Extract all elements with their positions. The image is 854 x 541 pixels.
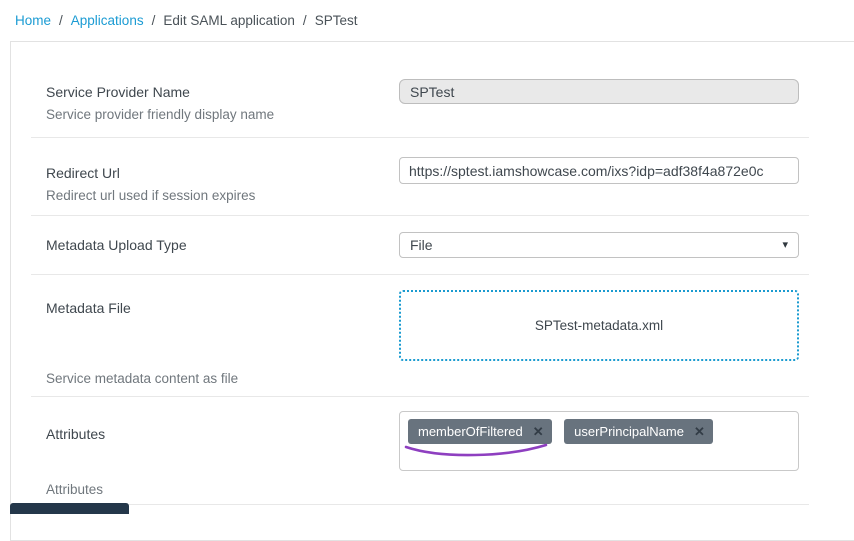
annotation-underline [402, 442, 552, 460]
attribute-tag-label: memberOfFiltered [418, 424, 523, 439]
remove-tag-icon[interactable]: ✕ [694, 425, 705, 438]
edit-saml-application-form-card: Service Provider Name Service provider f… [10, 41, 854, 541]
attributes-tagbox[interactable]: memberOfFiltered ✕ userPrincipalName ✕ [399, 411, 799, 471]
metadata-upload-type-select[interactable]: File ▾ [399, 232, 799, 258]
metadata-filename: SPTest-metadata.xml [535, 318, 663, 333]
attribute-tag-label: userPrincipalName [574, 424, 684, 439]
breadcrumb-link-home[interactable]: Home [15, 13, 51, 28]
metadata-file-dropzone[interactable]: SPTest-metadata.xml [399, 290, 799, 361]
update-button-partial[interactable] [10, 503, 129, 514]
metadata-file-help: Service metadata content as file [46, 371, 399, 386]
field-row-metadata-file: Metadata File Service metadata content a… [11, 275, 854, 396]
field-row-service-provider-name: Service Provider Name Service provider f… [11, 42, 854, 137]
breadcrumb-separator: / [59, 13, 63, 28]
service-provider-name-help: Service provider friendly display name [46, 107, 399, 122]
divider [31, 504, 809, 505]
remove-tag-icon[interactable]: ✕ [533, 425, 544, 438]
attributes-help: Attributes [46, 482, 399, 497]
breadcrumb-separator: / [303, 13, 307, 28]
field-row-redirect-url: Redirect Url Redirect url used if sessio… [11, 138, 854, 215]
attribute-tag: userPrincipalName ✕ [564, 419, 713, 444]
attribute-tag: memberOfFiltered ✕ [408, 419, 552, 444]
breadcrumb: Home / Applications / Edit SAML applicat… [15, 13, 357, 28]
redirect-url-label: Redirect Url [46, 165, 399, 181]
breadcrumb-item-edit-saml-application: Edit SAML application [163, 13, 295, 28]
breadcrumb-item-sptest: SPTest [315, 13, 358, 28]
attributes-label: Attributes [46, 426, 399, 442]
metadata-upload-type-label: Metadata Upload Type [46, 237, 399, 253]
field-row-attributes: Attributes Attributes memberOfFiltered ✕… [11, 397, 854, 504]
metadata-file-label: Metadata File [46, 300, 399, 316]
field-row-metadata-upload-type: Metadata Upload Type File ▾ [11, 216, 854, 274]
redirect-url-help: Redirect url used if session expires [46, 188, 399, 203]
metadata-upload-type-value: File [410, 237, 433, 253]
redirect-url-input[interactable] [399, 157, 799, 184]
dropdown-caret-icon: ▾ [782, 240, 788, 251]
breadcrumb-separator: / [152, 13, 156, 28]
service-provider-name-input[interactable] [399, 79, 799, 104]
breadcrumb-link-applications[interactable]: Applications [71, 13, 144, 28]
service-provider-name-label: Service Provider Name [46, 84, 399, 100]
